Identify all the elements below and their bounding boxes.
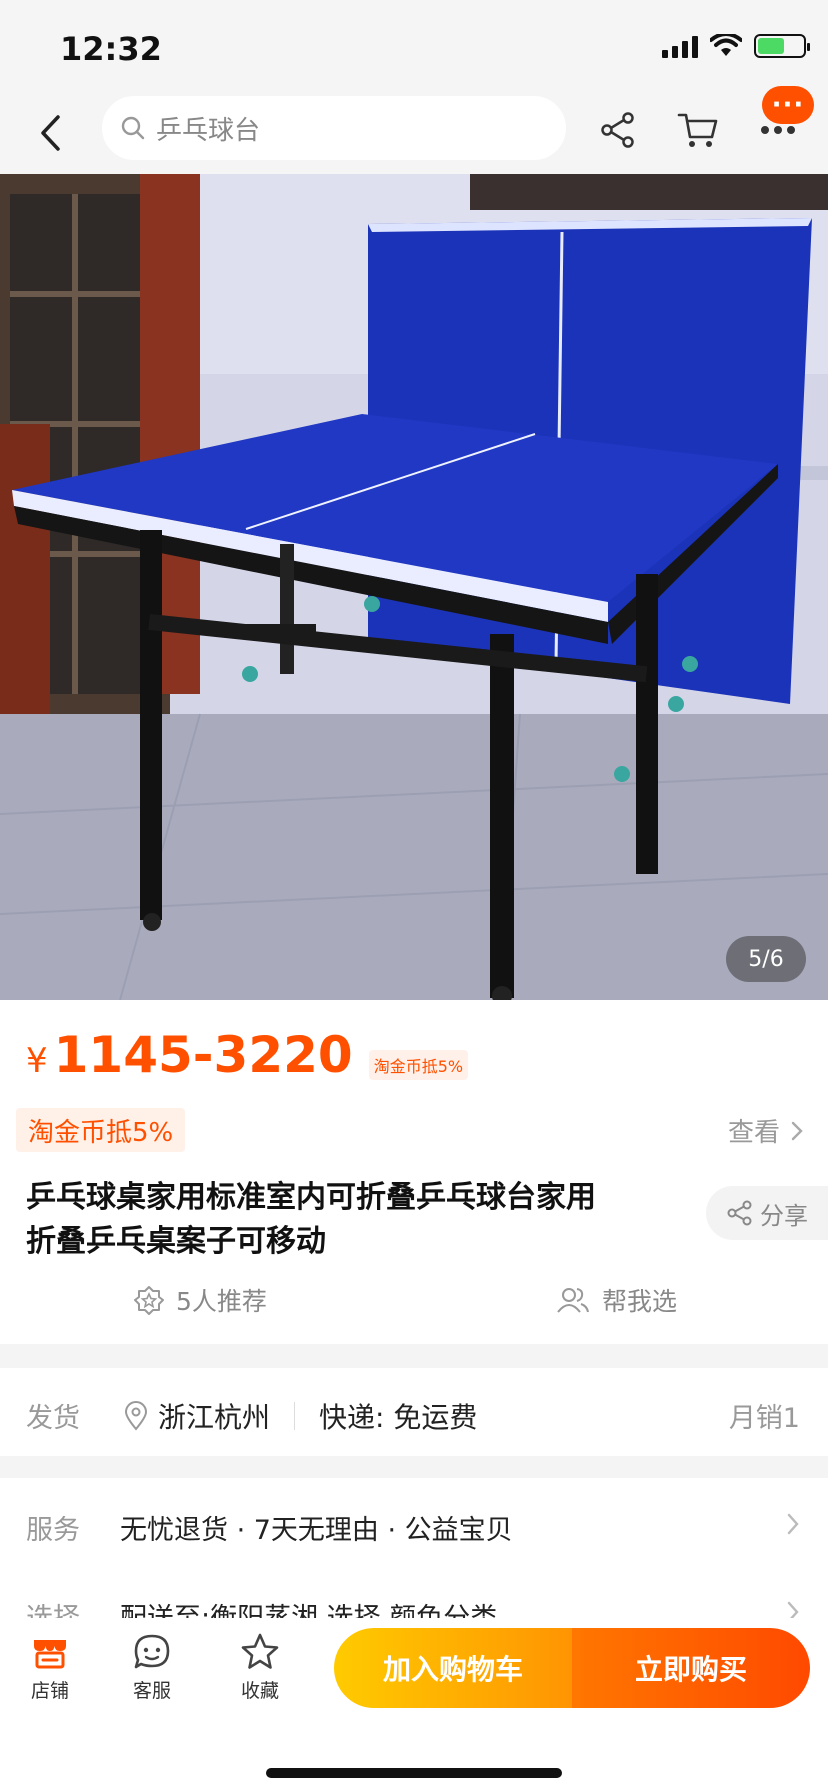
view-label: 查看	[727, 1118, 780, 1148]
bottom-action-bar: 店铺 客服 收藏 加入购物车 立即购买	[0, 1618, 828, 1792]
favorite-button[interactable]: 收藏	[220, 1632, 300, 1703]
chat-face-icon	[134, 1634, 170, 1669]
monthly-sales: 月销1	[728, 1403, 800, 1434]
favorite-label: 收藏	[240, 1680, 279, 1702]
product-title: 乒乓球桌家用标准室内可折叠乒乓球台家用 折叠乒乓桌案子可移动	[26, 1176, 686, 1264]
recommend-count[interactable]: 5人推荐	[134, 1282, 267, 1318]
badge-star-icon	[134, 1286, 164, 1315]
back-button[interactable]	[30, 108, 70, 158]
price-row: ¥ 1145-3220 淘金币抵5%	[26, 1026, 469, 1084]
share-icon	[727, 1200, 752, 1226]
buy-now-button[interactable]: 立即购买	[572, 1628, 810, 1708]
recommend-row: 5人推荐 帮我选	[0, 1282, 828, 1322]
recommend-count-label: 5人推荐	[176, 1287, 267, 1316]
currency-symbol: ¥	[26, 1041, 48, 1081]
service-label: 服务	[26, 1515, 80, 1546]
share-pill-button[interactable]: 分享	[706, 1186, 828, 1240]
divider	[294, 1402, 296, 1430]
store-icon	[34, 1640, 66, 1669]
share-label: 分享	[760, 1201, 808, 1230]
shipping-location: 浙江杭州	[158, 1401, 271, 1434]
add-to-cart-button[interactable]: 加入购物车	[334, 1628, 572, 1708]
wifi-icon	[710, 34, 742, 56]
select-label: 选择	[26, 1596, 80, 1618]
view-promo-link[interactable]: 查看	[728, 1112, 804, 1149]
product-title-line1: 乒乓球桌家用标准室内可折叠乒乓球台家用	[26, 1180, 596, 1215]
store-button[interactable]: 店铺	[10, 1632, 90, 1703]
people-icon	[557, 1288, 589, 1313]
search-input[interactable]: 乒乓球台	[102, 96, 566, 160]
location-pin-icon	[124, 1401, 148, 1431]
product-info-card: ¥ 1145-3220 淘金币抵5% 淘金币抵5% 查看 乒乓球桌家用标准室内可…	[0, 1000, 828, 1344]
purchase-buttons: 加入购物车 立即购买	[334, 1628, 810, 1708]
battery-icon	[754, 34, 810, 58]
product-title-line2: 折叠乒乓桌案子可移动	[26, 1224, 326, 1259]
status-icons	[662, 34, 810, 58]
select-text: 配送至:衡阳蒸湘 选择 颜色分类	[120, 1596, 497, 1618]
more-icon	[761, 126, 795, 134]
more-badge[interactable]: ···	[762, 86, 814, 124]
search-icon	[121, 116, 145, 140]
shipping-label: 发货	[26, 1403, 80, 1434]
chevron-right-icon	[787, 1601, 799, 1618]
back-icon	[41, 115, 60, 151]
chevron-right-icon	[787, 1513, 799, 1535]
shipping-row[interactable]: 发货 浙江杭州 快递: 免运费 月销1	[0, 1368, 828, 1456]
customer-service-label: 客服	[132, 1680, 171, 1702]
price-coin-tag: 淘金币抵5%	[368, 1050, 469, 1080]
search-placeholder: 乒乓球台	[156, 115, 261, 146]
cart-icon	[677, 113, 718, 147]
price-range: 1145-3220	[53, 1026, 353, 1084]
product-image[interactable]	[0, 174, 828, 1000]
coin-discount-badge: 淘金币抵5%	[16, 1108, 186, 1152]
store-label: 店铺	[30, 1680, 69, 1702]
service-text: 无忧退货 · 7天无理由 · 公益宝贝	[120, 1515, 513, 1546]
star-icon	[241, 1633, 279, 1669]
cart-button[interactable]	[674, 106, 722, 154]
status-bar: 12:32	[0, 0, 828, 96]
status-time: 12:32	[60, 30, 162, 68]
home-indicator[interactable]	[266, 1768, 562, 1778]
chevron-right-icon	[791, 1121, 803, 1140]
share-button[interactable]	[594, 106, 642, 154]
help-me-choose-label: 帮我选	[602, 1287, 678, 1316]
help-me-choose[interactable]: 帮我选	[556, 1282, 677, 1318]
image-counter: 5/6	[726, 936, 806, 982]
service-card: 服务 无忧退货 · 7天无理由 · 公益宝贝 选择 配送至:衡阳蒸湘 选择 颜色…	[0, 1478, 828, 1618]
shipping-delivery: 快递: 免运费	[319, 1401, 478, 1434]
nav-bar: 乒乓球台 ···	[0, 86, 828, 174]
ping-pong-table-photo	[0, 174, 828, 1000]
cellular-signal-icon	[662, 34, 698, 58]
share-icon	[601, 112, 634, 148]
shipping-info: 浙江杭州 快递: 免运费	[124, 1396, 477, 1436]
customer-service-button[interactable]: 客服	[112, 1632, 192, 1703]
